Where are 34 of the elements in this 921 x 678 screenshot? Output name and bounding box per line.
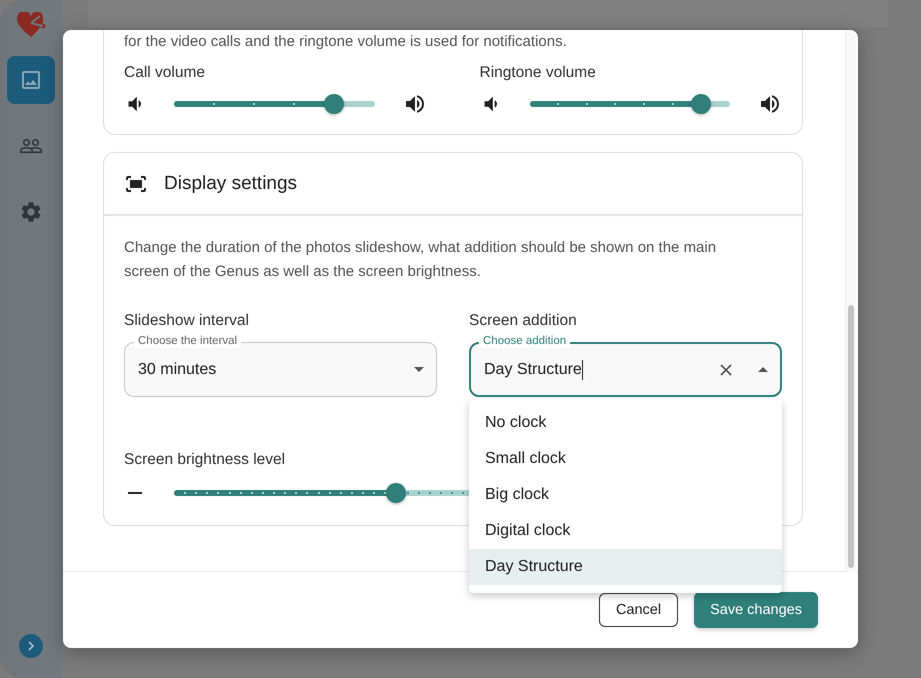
minus-icon	[128, 492, 142, 494]
menu-option[interactable]: Small clock	[469, 441, 782, 477]
section-description: for the video calls and the ringtone volume is used for notifications.	[124, 32, 568, 52]
floating-label: Choose addition	[479, 334, 570, 348]
field-label: Slideshow interval	[124, 312, 249, 330]
slider-label: Call volume	[124, 64, 205, 82]
floating-label: Choose the interval	[134, 334, 242, 348]
save-button[interactable]: Save changes	[694, 592, 818, 628]
menu-option[interactable]: No clock	[469, 405, 782, 441]
slider-label: Ringtone volume	[480, 64, 596, 82]
clear-icon	[720, 364, 732, 376]
combobox-value: Day Structure	[484, 360, 584, 380]
dropdown-arrow-icon	[758, 367, 768, 372]
slider-thumb[interactable]	[324, 94, 344, 114]
cancel-button[interactable]: Cancel	[598, 593, 678, 627]
menu-option[interactable]: Big clock	[469, 477, 782, 513]
scrollbar-thumb[interactable]	[848, 305, 854, 568]
slider-label: Screen brightness level	[124, 451, 286, 469]
menu-option[interactable]: Digital clock	[469, 513, 782, 549]
select-value: 30 minutes	[138, 360, 218, 378]
field-label: Screen addition	[469, 312, 577, 330]
menu-option[interactable]: Day Structure	[469, 549, 782, 585]
slider-thumb[interactable]	[386, 483, 406, 503]
photo-icon	[19, 68, 43, 92]
section-description: Change the duration of the photos slideshow, what addition should be shown on the main screen of the Genus as well as the screen brightness.	[124, 238, 718, 282]
expand-button[interactable]	[19, 634, 43, 658]
scrollbar[interactable]	[845, 30, 856, 572]
dropdown-arrow-icon	[414, 367, 424, 372]
slider-thumb[interactable]	[691, 94, 712, 114]
settings-icon	[19, 200, 43, 224]
nav-button[interactable]	[7, 56, 55, 104]
heart-logo-icon	[16, 12, 46, 38]
chevron-icon	[28, 641, 34, 651]
section-title: Display settings	[164, 172, 298, 194]
